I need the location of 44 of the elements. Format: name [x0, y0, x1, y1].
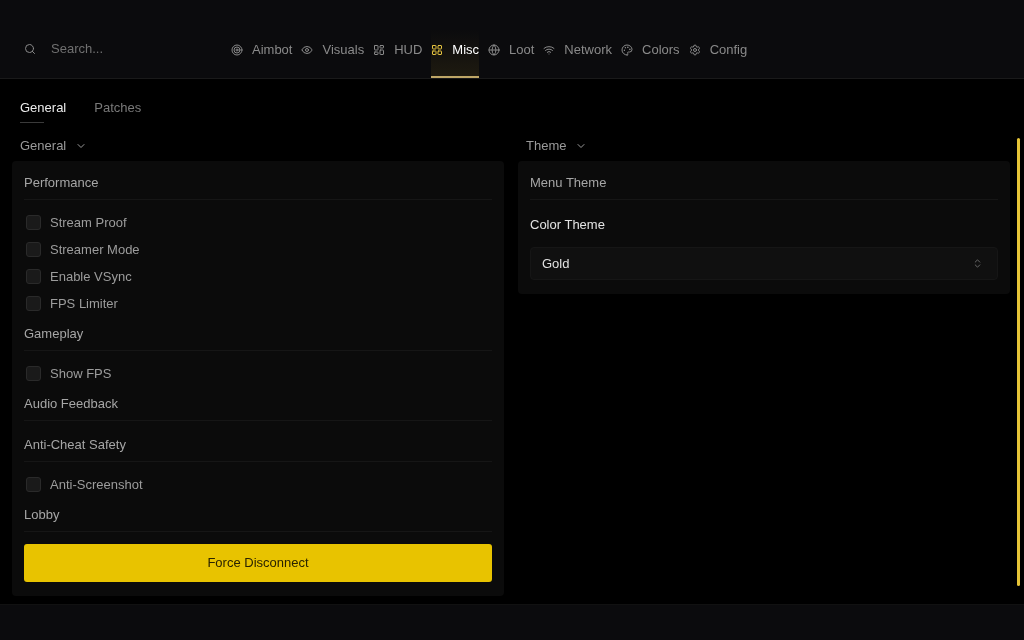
select-field[interactable]: Gold	[530, 247, 998, 280]
group-header[interactable]: General	[12, 136, 88, 156]
search-field[interactable]: Search...	[51, 39, 201, 59]
nav-tab[interactable]: Config	[688, 30, 748, 78]
group-header[interactable]: Theme	[518, 136, 588, 156]
section-title: Performance	[24, 173, 99, 192]
nav-tab[interactable]: Aimbot	[231, 30, 293, 78]
layout-icon	[373, 44, 386, 56]
checkbox[interactable]	[26, 242, 41, 257]
checkbox[interactable]	[26, 366, 41, 381]
nav-tab[interactable]: Loot	[488, 30, 535, 78]
nav-tab[interactable]: HUD	[373, 30, 423, 78]
globe-icon	[488, 44, 501, 56]
action-button[interactable]: Force Disconnect	[24, 544, 492, 582]
grid-icon	[431, 44, 444, 56]
checkbox-label: FPS Limiter	[50, 294, 118, 313]
checkbox-label: Anti-Screenshot	[50, 475, 143, 494]
checkbox[interactable]	[26, 477, 41, 492]
sub-tab[interactable]: Patches	[94, 98, 142, 123]
section-title: Gameplay	[24, 324, 84, 343]
checkbox-label: Stream Proof	[50, 213, 127, 232]
chevrons-icon	[972, 258, 983, 269]
target-icon	[231, 44, 243, 56]
checkbox[interactable]	[26, 269, 41, 284]
search-icon	[24, 43, 36, 55]
nav-tab[interactable]: Visuals	[301, 30, 365, 78]
palette-icon	[621, 44, 634, 56]
section-title: Anti-Cheat Safety	[24, 435, 126, 454]
checkbox-label: Streamer Mode	[50, 240, 140, 259]
section-title: Lobby	[24, 505, 60, 524]
scrollbar-thumb[interactable]	[1017, 138, 1020, 586]
sub-tab[interactable]: General	[20, 98, 67, 123]
nav-tab[interactable]: Network	[543, 30, 613, 78]
section-title: Menu Theme	[530, 173, 607, 192]
checkbox-label: Show FPS	[50, 364, 112, 383]
checkbox[interactable]	[26, 296, 41, 311]
field-label: Color Theme	[530, 216, 605, 234]
nav-tab[interactable]: Colors	[621, 30, 680, 78]
wifi-icon	[543, 44, 556, 56]
checkbox-label: Enable VSync	[50, 267, 132, 286]
section-title: Audio Feedback	[24, 394, 118, 413]
settings-icon	[688, 44, 701, 56]
checkbox[interactable]	[26, 215, 41, 230]
eye-icon	[301, 44, 314, 56]
